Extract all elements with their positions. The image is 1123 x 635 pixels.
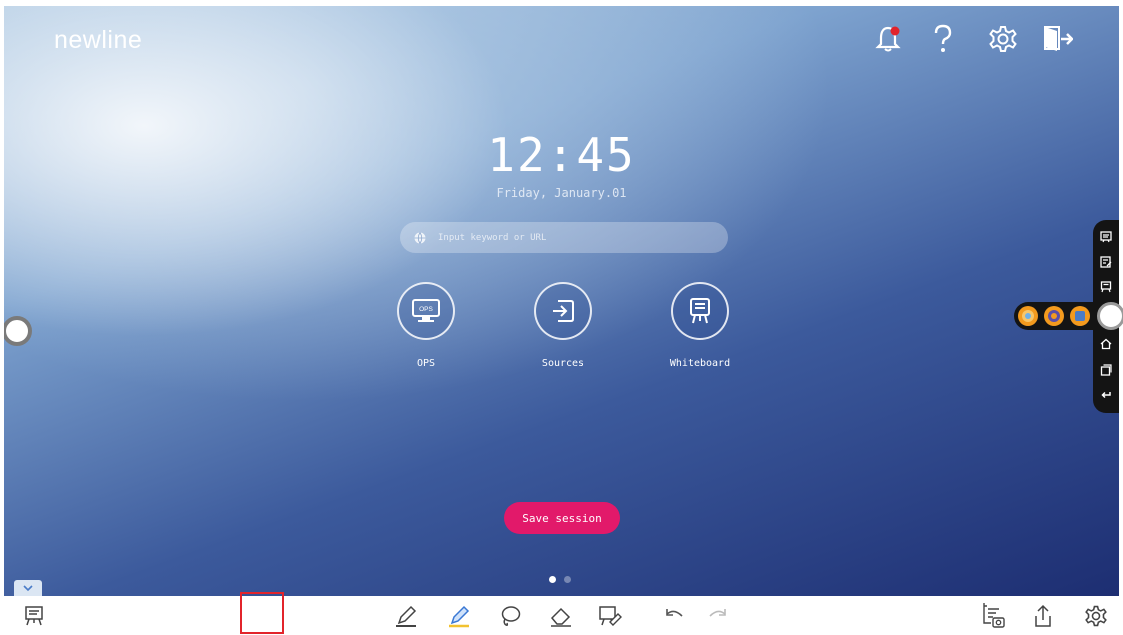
app-label: OPS [416, 358, 436, 369]
highlight-marker-box [240, 592, 284, 634]
page-indicator[interactable] [564, 576, 571, 583]
undo-icon[interactable] [662, 604, 686, 628]
whiteboard-icon[interactable] [22, 604, 46, 628]
screenshot-icon[interactable] [981, 603, 1005, 628]
redo-icon[interactable] [706, 604, 730, 628]
home-icon[interactable] [1099, 337, 1113, 351]
app-label: Sources [541, 358, 585, 369]
desktop-background: newline 12:45 Friday, January.01 OPS OPS… [4, 6, 1119, 596]
whiteboard-stack-icon[interactable] [1099, 230, 1113, 244]
settings-icon[interactable] [1084, 604, 1108, 628]
globe-icon [414, 231, 426, 244]
right-sidebar-handle[interactable] [1097, 302, 1123, 330]
app-whiteboard[interactable]: Whiteboard [655, 282, 745, 369]
pencil-icon[interactable] [394, 604, 418, 628]
toolbar-expand-button[interactable] [14, 580, 42, 596]
clock-time: 12:45 [487, 128, 636, 182]
left-floating-menu-handle[interactable] [4, 316, 32, 346]
page-indicator-active[interactable] [549, 576, 556, 583]
bottom-toolbar [4, 596, 1119, 635]
app-shortcut-icon[interactable] [1018, 306, 1038, 326]
app-shortcut-icon[interactable] [1070, 306, 1090, 326]
eraser-icon[interactable] [549, 604, 573, 628]
settings-gear-icon[interactable] [986, 22, 1020, 56]
lasso-icon[interactable] [498, 604, 522, 628]
app-sources[interactable]: Sources [518, 282, 608, 369]
app-shortcut-icon[interactable] [1044, 306, 1064, 326]
annotation-icon[interactable] [1099, 255, 1113, 269]
save-session-button[interactable]: Save session [504, 502, 620, 534]
whiteboard-easel-icon[interactable] [671, 282, 729, 340]
notification-bell-icon[interactable] [871, 22, 905, 56]
window-icon[interactable] [1099, 363, 1113, 377]
newline-logo: newline [54, 26, 143, 54]
ops-badge-text: OPS [419, 306, 433, 313]
search-input[interactable] [436, 231, 720, 244]
back-icon[interactable] [1099, 388, 1113, 402]
exit-door-icon[interactable] [1040, 22, 1074, 56]
search-bar[interactable] [400, 222, 728, 253]
input-source-icon[interactable] [534, 282, 592, 340]
highlighter-icon[interactable] [447, 604, 471, 628]
share-icon[interactable] [1031, 604, 1055, 628]
screen-annotate-icon[interactable] [598, 604, 622, 628]
easel-icon[interactable] [1099, 280, 1113, 294]
app-label: Whiteboard [669, 358, 731, 369]
clock-date: Friday, January.01 [496, 186, 627, 200]
chevron-down-icon [23, 584, 33, 592]
ops-monitor-icon[interactable]: OPS [397, 282, 455, 340]
floating-app-shortcuts [1014, 302, 1096, 330]
app-ops[interactable]: OPS OPS [381, 282, 471, 369]
help-icon[interactable] [926, 22, 960, 56]
